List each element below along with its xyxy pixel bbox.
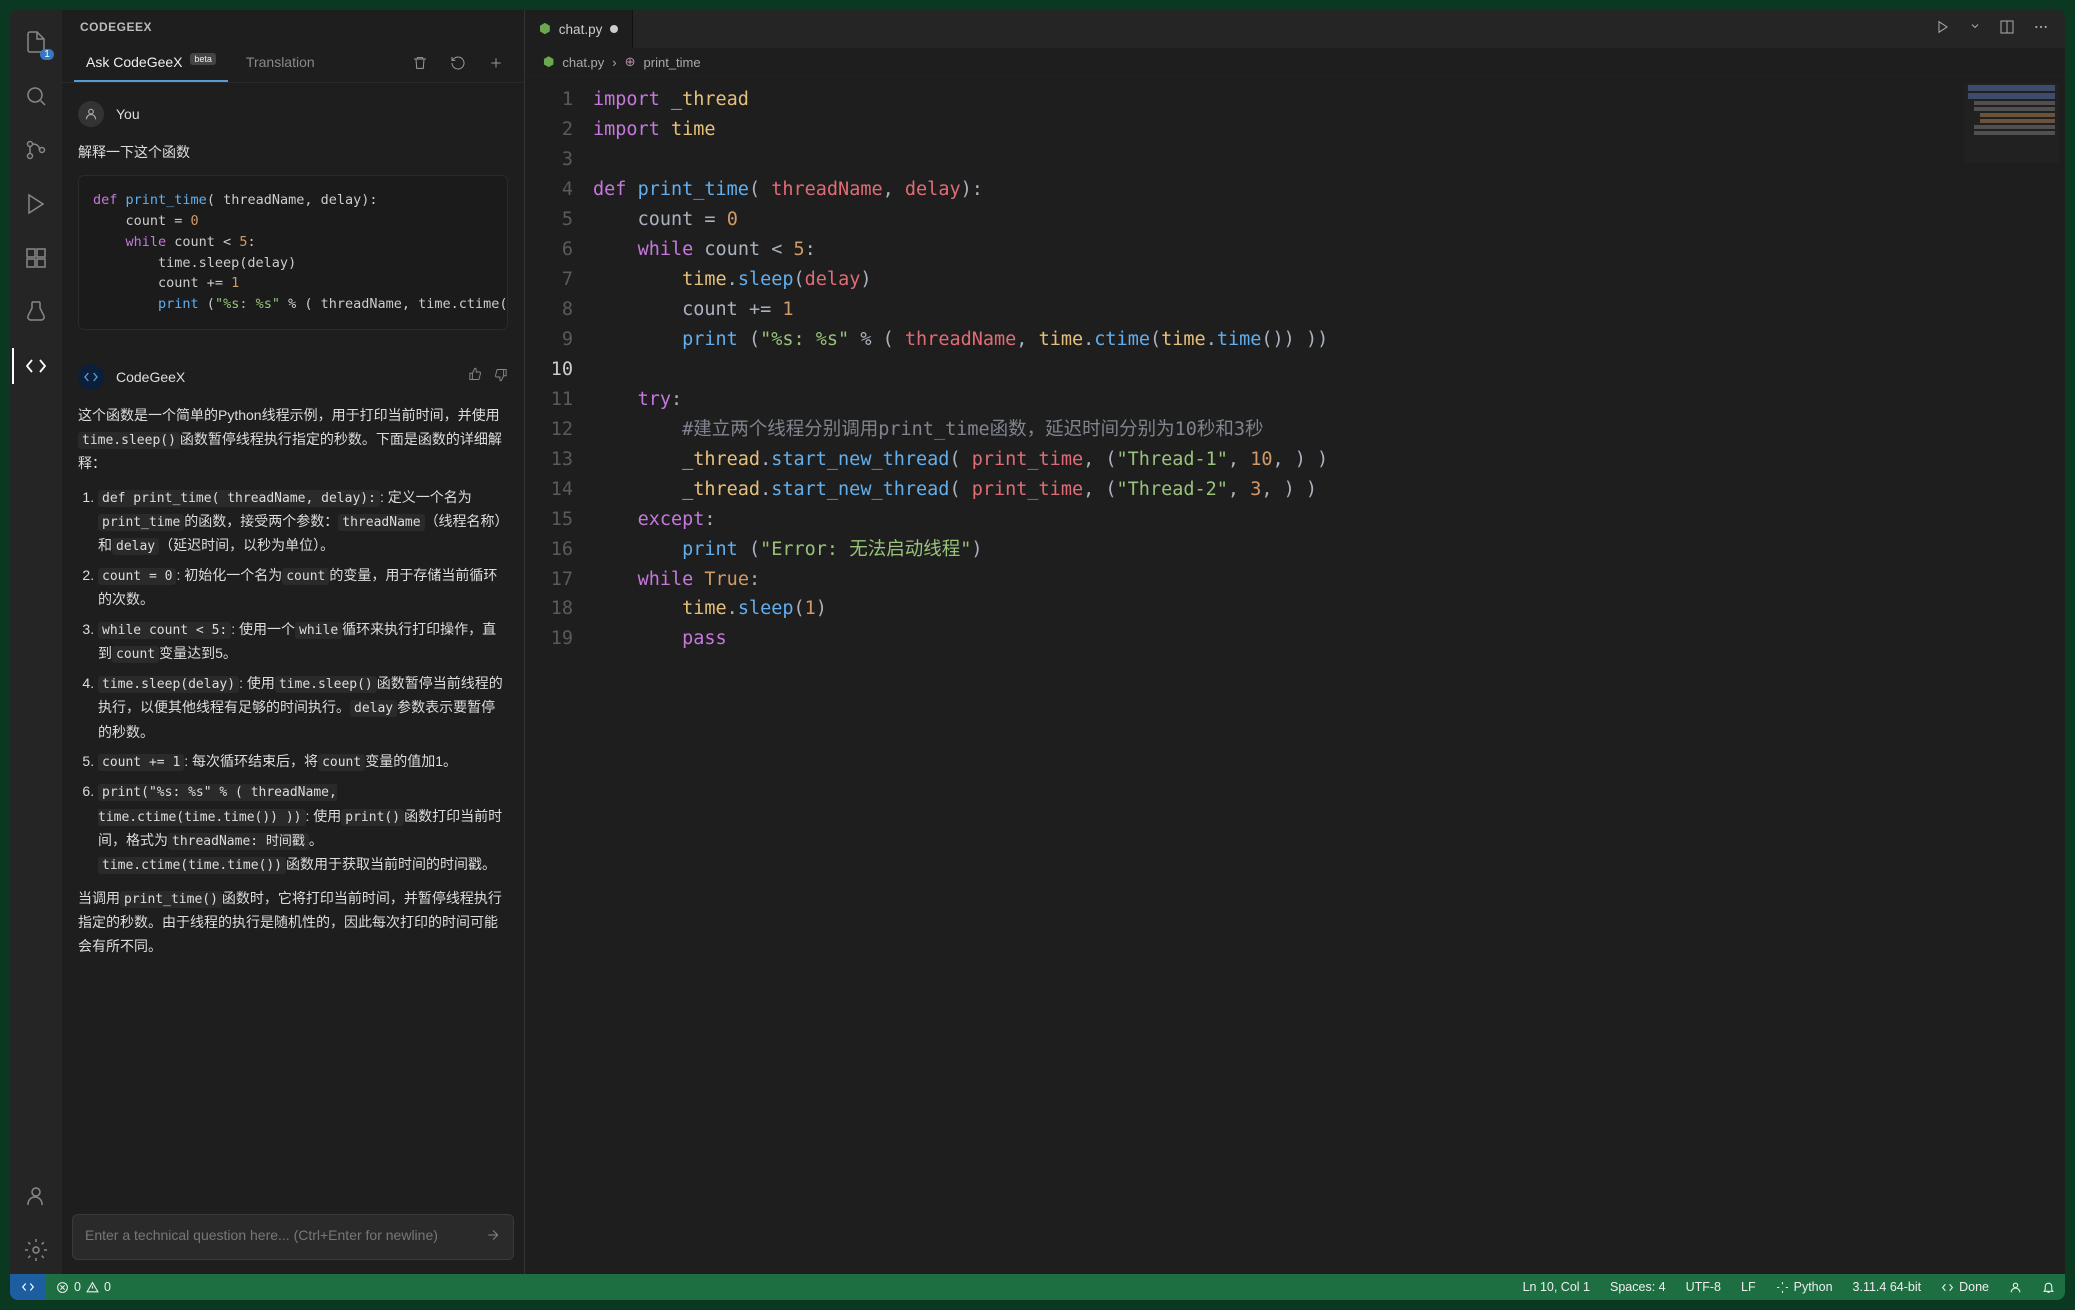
code-text[interactable]: import _thread import time def print_tim…: [587, 77, 2065, 1274]
chat-panel: CODEGEEX Ask CodeGeeX beta Translation: [62, 10, 525, 1274]
chevron-down-icon[interactable]: [1969, 19, 1981, 40]
user-code-block: def print_time( threadName, delay): coun…: [78, 175, 508, 331]
source-control-icon[interactable]: [12, 126, 60, 174]
status-bar: 0 0 Ln 10, Col 1 Spaces: 4 UTF-8 LF Pyth…: [10, 1274, 2065, 1300]
bot-reply-text: 这个函数是一个简单的Python线程示例，用于打印当前时间，并使用time.sl…: [78, 396, 508, 962]
refresh-icon[interactable]: [442, 47, 474, 79]
status-position[interactable]: Ln 10, Col 1: [1513, 1274, 1600, 1300]
breadcrumb-file: chat.py: [562, 55, 604, 70]
status-interpreter[interactable]: 3.11.4 64-bit: [1843, 1274, 1932, 1300]
thumbs-up-icon[interactable]: [468, 367, 483, 387]
status-problems[interactable]: 0 0: [46, 1274, 121, 1300]
user-label: You: [116, 106, 140, 122]
bot-message: CodeGeeX 这个函数是一个简单的Python线程示例，用于打印当前时间，并…: [62, 354, 524, 976]
more-icon[interactable]: [2033, 19, 2049, 40]
settings-icon[interactable]: [12, 1226, 60, 1274]
chat-input-field[interactable]: [85, 1227, 473, 1243]
bot-label: CodeGeeX: [116, 369, 185, 385]
editor-tab-chatpy[interactable]: ⬢ chat.py: [525, 10, 633, 48]
status-eol[interactable]: LF: [1731, 1274, 1766, 1300]
line-gutter: 12345678910111213141516171819: [525, 77, 587, 1274]
account-icon[interactable]: [12, 1172, 60, 1220]
activity-bar: 1: [10, 10, 62, 1274]
status-feedback-icon[interactable]: [1999, 1274, 2032, 1300]
extensions-icon[interactable]: [12, 234, 60, 282]
python-icon: ⬢: [539, 21, 551, 37]
status-done[interactable]: Done: [1931, 1274, 1999, 1300]
user-avatar: [78, 101, 104, 127]
search-icon[interactable]: [12, 72, 60, 120]
remote-icon[interactable]: [10, 1274, 46, 1300]
delete-icon[interactable]: [404, 47, 436, 79]
bot-avatar: [78, 364, 104, 390]
user-prompt: 解释一下这个函数: [78, 133, 508, 169]
breadcrumb-function: print_time: [644, 55, 701, 70]
editor-area: ⬢ chat.py ⬢ chat.py › ⊕ print_time: [525, 10, 2065, 1274]
panel-title: CODEGEEX: [62, 10, 524, 44]
explorer-badge: 1: [40, 49, 54, 60]
testing-icon[interactable]: [12, 288, 60, 336]
status-encoding[interactable]: UTF-8: [1676, 1274, 1731, 1300]
editor-tab-label: chat.py: [559, 22, 603, 37]
chat-input[interactable]: [72, 1214, 514, 1260]
tab-translation[interactable]: Translation: [234, 44, 327, 82]
thumbs-down-icon[interactable]: [493, 367, 508, 387]
modified-dot-icon: [610, 25, 618, 33]
status-bell-icon[interactable]: [2032, 1274, 2065, 1300]
editor-tabs: ⬢ chat.py: [525, 10, 2065, 48]
add-icon[interactable]: [480, 47, 512, 79]
run-debug-icon[interactable]: [12, 180, 60, 228]
codegeex-icon[interactable]: [12, 342, 60, 390]
status-language[interactable]: Python: [1766, 1274, 1843, 1300]
function-icon: ⊕: [625, 54, 636, 70]
explorer-icon[interactable]: 1: [12, 18, 60, 66]
send-icon[interactable]: [485, 1227, 501, 1248]
minimap[interactable]: [1964, 83, 2059, 163]
code-editor[interactable]: 12345678910111213141516171819 import _th…: [525, 77, 2065, 1274]
chevron-right-icon: ›: [612, 55, 616, 70]
tab-ask[interactable]: Ask CodeGeeX beta: [74, 44, 228, 82]
run-icon[interactable]: [1935, 19, 1951, 40]
python-icon: ⬢: [543, 54, 554, 70]
status-spaces[interactable]: Spaces: 4: [1600, 1274, 1676, 1300]
panel-tabs: Ask CodeGeeX beta Translation: [62, 44, 524, 83]
user-message: You 解释一下这个函数 def print_time( threadName,…: [62, 91, 524, 354]
split-editor-icon[interactable]: [1999, 19, 2015, 40]
breadcrumbs[interactable]: ⬢ chat.py › ⊕ print_time: [525, 48, 2065, 77]
